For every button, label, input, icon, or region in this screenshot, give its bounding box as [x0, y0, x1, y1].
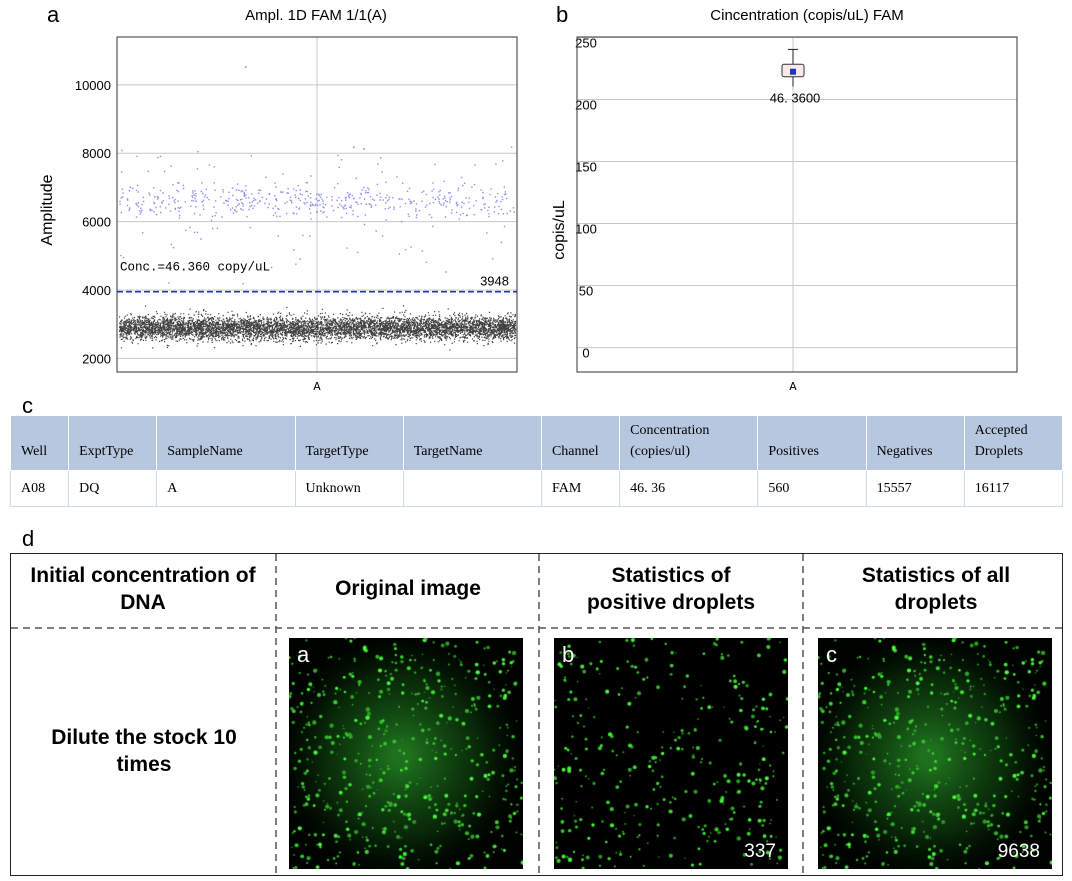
original-droplet-image: a [289, 638, 523, 869]
results-table: Well ExptType SampleName TargetType Targ… [9, 415, 1064, 507]
table-cell: 16117 [963, 470, 1064, 507]
table-cell: 15557 [865, 470, 965, 507]
y-tick-label: 8000 [82, 146, 111, 161]
table-header-cell: Positives [757, 415, 867, 471]
table-header-cell: Concentration (copies/ul) [619, 415, 759, 471]
y-tick-label: 250 [575, 35, 597, 50]
panel-letter-a: a [47, 2, 60, 27]
y-tick-label: 150 [575, 159, 597, 174]
table-cell: 560 [757, 470, 867, 507]
panel-letter-b: b [556, 2, 569, 27]
chart-a-title: Ampl. 1D FAM 1/1(A) [245, 7, 387, 24]
droplet-image-canvas-a [289, 638, 523, 869]
droplet-image-panel: Initial concentration of DNA Original im… [10, 553, 1064, 877]
plot-area-b [577, 37, 1017, 372]
scatter-chart-a: 2000 4000 6000 8000 10000 3948 Conc.=46.360 co… [75, 36, 518, 394]
image-label-c: c [826, 642, 837, 667]
box-median-marker [790, 68, 796, 75]
table-cell: FAM [540, 470, 621, 507]
table-header-row: Well ExptType SampleName TargetType Targ… [9, 415, 1064, 471]
table-cell: A [156, 470, 296, 507]
panel-letter-d: d [22, 526, 35, 551]
y-tick-label: 100 [575, 222, 597, 237]
positive-droplet-image: b 337 [554, 638, 788, 869]
droplet-image-canvas-b [554, 638, 788, 869]
table-cell [402, 470, 542, 507]
chart-a-ylabel: Amplitude [39, 174, 56, 246]
all-droplet-image: c 9638 [818, 638, 1052, 869]
y-tick-label: 50 [579, 284, 593, 299]
header-all-droplets: Statistics of all droplets [861, 564, 1011, 614]
table-cell: Unknown [294, 470, 404, 507]
header-original-image: Original image [335, 577, 481, 600]
table-row: A08 DQ A Unknown FAM 46. 36 560 15557 16… [9, 470, 1064, 507]
table-cell: 46. 36 [619, 470, 759, 507]
table-header-cell: ExptType [68, 415, 158, 471]
y-tick-label: 200 [575, 97, 597, 112]
y-tick-label: 0 [582, 346, 589, 361]
table-header-cell: SampleName [156, 415, 296, 471]
image-count-b: 337 [744, 841, 776, 862]
concentration-annotation: Conc.=46.360 copy/uL [120, 260, 270, 274]
image-label-b: b [562, 642, 575, 667]
x-category-label: A [313, 380, 321, 394]
table-header-cell: Negatives [865, 415, 965, 471]
image-label-a: a [297, 642, 310, 667]
table-cell: A08 [9, 470, 70, 507]
y-tick-label: 4000 [82, 283, 111, 298]
y-tick-label: 2000 [82, 351, 111, 366]
row-label-dilution: Dilute the stock 10 times [51, 726, 237, 776]
box-value-label: 46. 3600 [770, 91, 821, 106]
y-tick-label: 6000 [82, 215, 111, 230]
droplet-image-canvas-c [818, 638, 1052, 869]
header-positive-droplets: Statistics of positive droplets [586, 564, 756, 614]
table-header-cell: Channel [540, 415, 621, 471]
box-chart-b: 0 50 100 150 200 250 46. 3600 A [575, 35, 1018, 394]
image-count-c: 9638 [997, 841, 1040, 862]
table-header-cell: TargetType [294, 415, 404, 471]
table-header-cell: Well [9, 415, 70, 471]
x-category-label: A [789, 380, 797, 394]
chart-b-title: Cincentration (copis/uL) FAM [710, 7, 904, 24]
table-header-cell: Accepted Droplets [963, 415, 1064, 471]
header-initial-concentration: Initial concentration of DNA [30, 564, 256, 614]
y-tick-label: 10000 [75, 78, 111, 93]
table-header-cell: TargetName [402, 415, 542, 471]
threshold-label: 3948 [480, 274, 509, 289]
table-cell: DQ [68, 470, 158, 507]
